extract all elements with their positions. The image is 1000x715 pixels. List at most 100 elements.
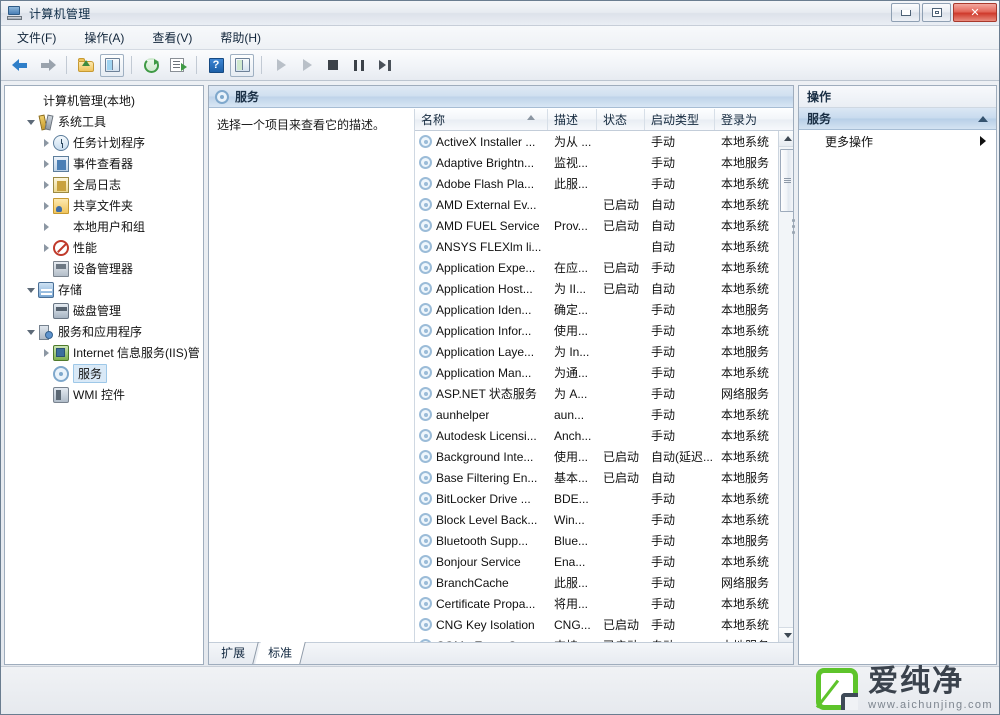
table-row[interactable]: Bonjour ServiceEna...手动本地系统 (415, 551, 777, 572)
table-row[interactable]: Autodesk Licensi...Anch...手动本地系统 (415, 425, 777, 446)
tree-item-14[interactable]: WMI 控件 (5, 384, 203, 405)
tree-item-13[interactable]: 服务 (5, 363, 203, 384)
service-gear-icon (419, 198, 432, 211)
table-row[interactable]: Background Inte...使用...已启动自动(延迟...本地系统 (415, 446, 777, 467)
close-button[interactable]: ✕ (953, 3, 997, 22)
table-row[interactable]: Block Level Back...Win...手动本地系统 (415, 509, 777, 530)
show-action-pane-button[interactable] (230, 54, 254, 77)
table-row[interactable]: BitLocker Drive ...BDE...手动本地系统 (415, 488, 777, 509)
tree-item-12[interactable]: Internet 信息服务(IIS)管 (5, 342, 203, 363)
table-row[interactable]: Adaptive Brightn...监视...手动本地服务 (415, 152, 777, 173)
scroll-up-arrow-icon[interactable] (779, 131, 794, 147)
tree-item-7[interactable]: 性能 (5, 237, 203, 258)
restart-service-button[interactable] (373, 54, 397, 77)
actions-group-services[interactable]: 服务 (799, 108, 996, 130)
maximize-button[interactable] (922, 3, 951, 22)
cell-logon-as: 本地系统 (715, 217, 777, 234)
forward-button[interactable] (35, 54, 59, 77)
tree-item-3[interactable]: 事件查看器 (5, 153, 203, 174)
expand-arrow-icon[interactable] (39, 349, 53, 357)
scroll-down-arrow-icon[interactable] (779, 627, 794, 643)
table-row[interactable]: ASP.NET 状态服务为 A...手动网络服务 (415, 383, 777, 404)
menu-view[interactable]: 查看(V) (148, 27, 196, 48)
cell-startup-type: 手动 (645, 490, 715, 507)
chevron-up-icon[interactable] (978, 116, 988, 122)
expand-arrow-icon[interactable] (39, 181, 53, 189)
refresh-button[interactable] (139, 54, 163, 77)
column-header-logon[interactable]: 登录为 (715, 109, 777, 130)
table-row[interactable]: Application Man...为通...手动本地系统 (415, 362, 777, 383)
tree-item-5[interactable]: 共享文件夹 (5, 195, 203, 216)
services-vscroll-thumb[interactable] (780, 149, 794, 212)
pause-service-button[interactable] (347, 54, 371, 77)
services-vertical-scrollbar[interactable] (778, 131, 794, 643)
tree-item-label: 性能 (73, 239, 97, 256)
tree-item-6[interactable]: 本地用户和组 (5, 216, 203, 237)
tab-extended[interactable]: 扩展 (208, 642, 259, 664)
table-row[interactable]: Base Filtering En...基本...已启动自动本地服务 (415, 467, 777, 488)
table-row[interactable]: AMD External Ev...已启动自动本地系统 (415, 194, 777, 215)
expand-arrow-icon[interactable] (39, 160, 53, 168)
menu-action[interactable]: 操作(A) (80, 27, 128, 48)
expand-arrow-icon[interactable] (39, 202, 53, 210)
log-icon (53, 177, 69, 193)
column-header-name[interactable]: 名称 (415, 109, 548, 130)
collapse-arrow-icon[interactable] (24, 286, 38, 293)
table-row[interactable]: aunhelperaun...手动本地系统 (415, 404, 777, 425)
tree-item-11[interactable]: 服务和应用程序 (5, 321, 203, 342)
table-row[interactable]: Application Expe...在应...已启动手动本地系统 (415, 257, 777, 278)
back-button[interactable] (9, 54, 33, 77)
tree-item-8[interactable]: 设备管理器 (5, 258, 203, 279)
menu-file[interactable]: 文件(F) (13, 27, 60, 48)
expand-arrow-icon[interactable] (39, 139, 53, 147)
table-row[interactable]: Adobe Flash Pla...此服...手动本地系统 (415, 173, 777, 194)
chevron-right-icon (980, 136, 986, 146)
service-gear-icon (419, 240, 432, 253)
table-row[interactable]: Application Iden...确定...手动本地服务 (415, 299, 777, 320)
table-row[interactable]: Application Infor...使用...手动本地系统 (415, 320, 777, 341)
collapse-arrow-icon[interactable] (24, 328, 38, 335)
pane-splitter-handle[interactable] (790, 211, 796, 241)
table-row[interactable]: Bluetooth Supp...Blue...手动本地服务 (415, 530, 777, 551)
expand-arrow-icon[interactable] (39, 223, 53, 231)
restart-icon (379, 60, 391, 71)
help-button[interactable]: ? (204, 54, 228, 77)
play-icon (303, 59, 312, 71)
start-service-button[interactable] (269, 54, 293, 77)
tree-item-10[interactable]: 磁盘管理 (5, 300, 203, 321)
resume-service-button[interactable] (295, 54, 319, 77)
cell-description: Win... (548, 513, 597, 527)
show-hide-tree-button[interactable] (100, 54, 124, 77)
table-row[interactable]: BranchCache此服...手动网络服务 (415, 572, 777, 593)
table-row[interactable]: Certificate Propa...将用...手动本地系统 (415, 593, 777, 614)
up-one-level-button[interactable] (74, 54, 98, 77)
stop-service-button[interactable] (321, 54, 345, 77)
column-header-startup[interactable]: 启动类型 (645, 109, 715, 130)
computer-icon (23, 93, 39, 109)
cell-logon-as: 本地系统 (715, 238, 777, 255)
menu-help[interactable]: 帮助(H) (216, 27, 265, 48)
tree-item-1[interactable]: 系统工具 (5, 111, 203, 132)
export-list-button[interactable] (165, 54, 189, 77)
cell-description: 确定... (548, 301, 597, 318)
table-row[interactable]: Application Laye...为 In...手动本地服务 (415, 341, 777, 362)
collapse-arrow-icon[interactable] (24, 118, 38, 125)
table-row[interactable]: ActiveX Installer ...为从 ...手动本地系统 (415, 131, 777, 152)
tree-item-0[interactable]: 计算机管理(本地) (5, 90, 203, 111)
minimize-button[interactable] (891, 3, 920, 22)
cell-description: Blue... (548, 534, 597, 548)
action-more-actions[interactable]: 更多操作 (799, 130, 996, 152)
tab-standard[interactable]: 标准 (255, 642, 306, 664)
column-header-description[interactable]: 描述 (548, 109, 597, 130)
table-row[interactable]: Application Host...为 II...已启动自动本地系统 (415, 278, 777, 299)
table-row[interactable]: CNG Key IsolationCNG...已启动手动本地系统 (415, 614, 777, 635)
cell-service-name: ANSYS FLEXlm li... (415, 240, 548, 254)
table-row[interactable]: ANSYS FLEXlm li...自动本地系统 (415, 236, 777, 257)
tree-item-9[interactable]: 存储 (5, 279, 203, 300)
tree-item-4[interactable]: 全局日志 (5, 174, 203, 195)
expand-arrow-icon[interactable] (39, 244, 53, 252)
table-row[interactable]: AMD FUEL ServiceProv...已启动自动本地系统 (415, 215, 777, 236)
cell-service-name: aunhelper (415, 408, 548, 422)
tree-item-2[interactable]: 任务计划程序 (5, 132, 203, 153)
column-header-status[interactable]: 状态 (597, 109, 645, 130)
